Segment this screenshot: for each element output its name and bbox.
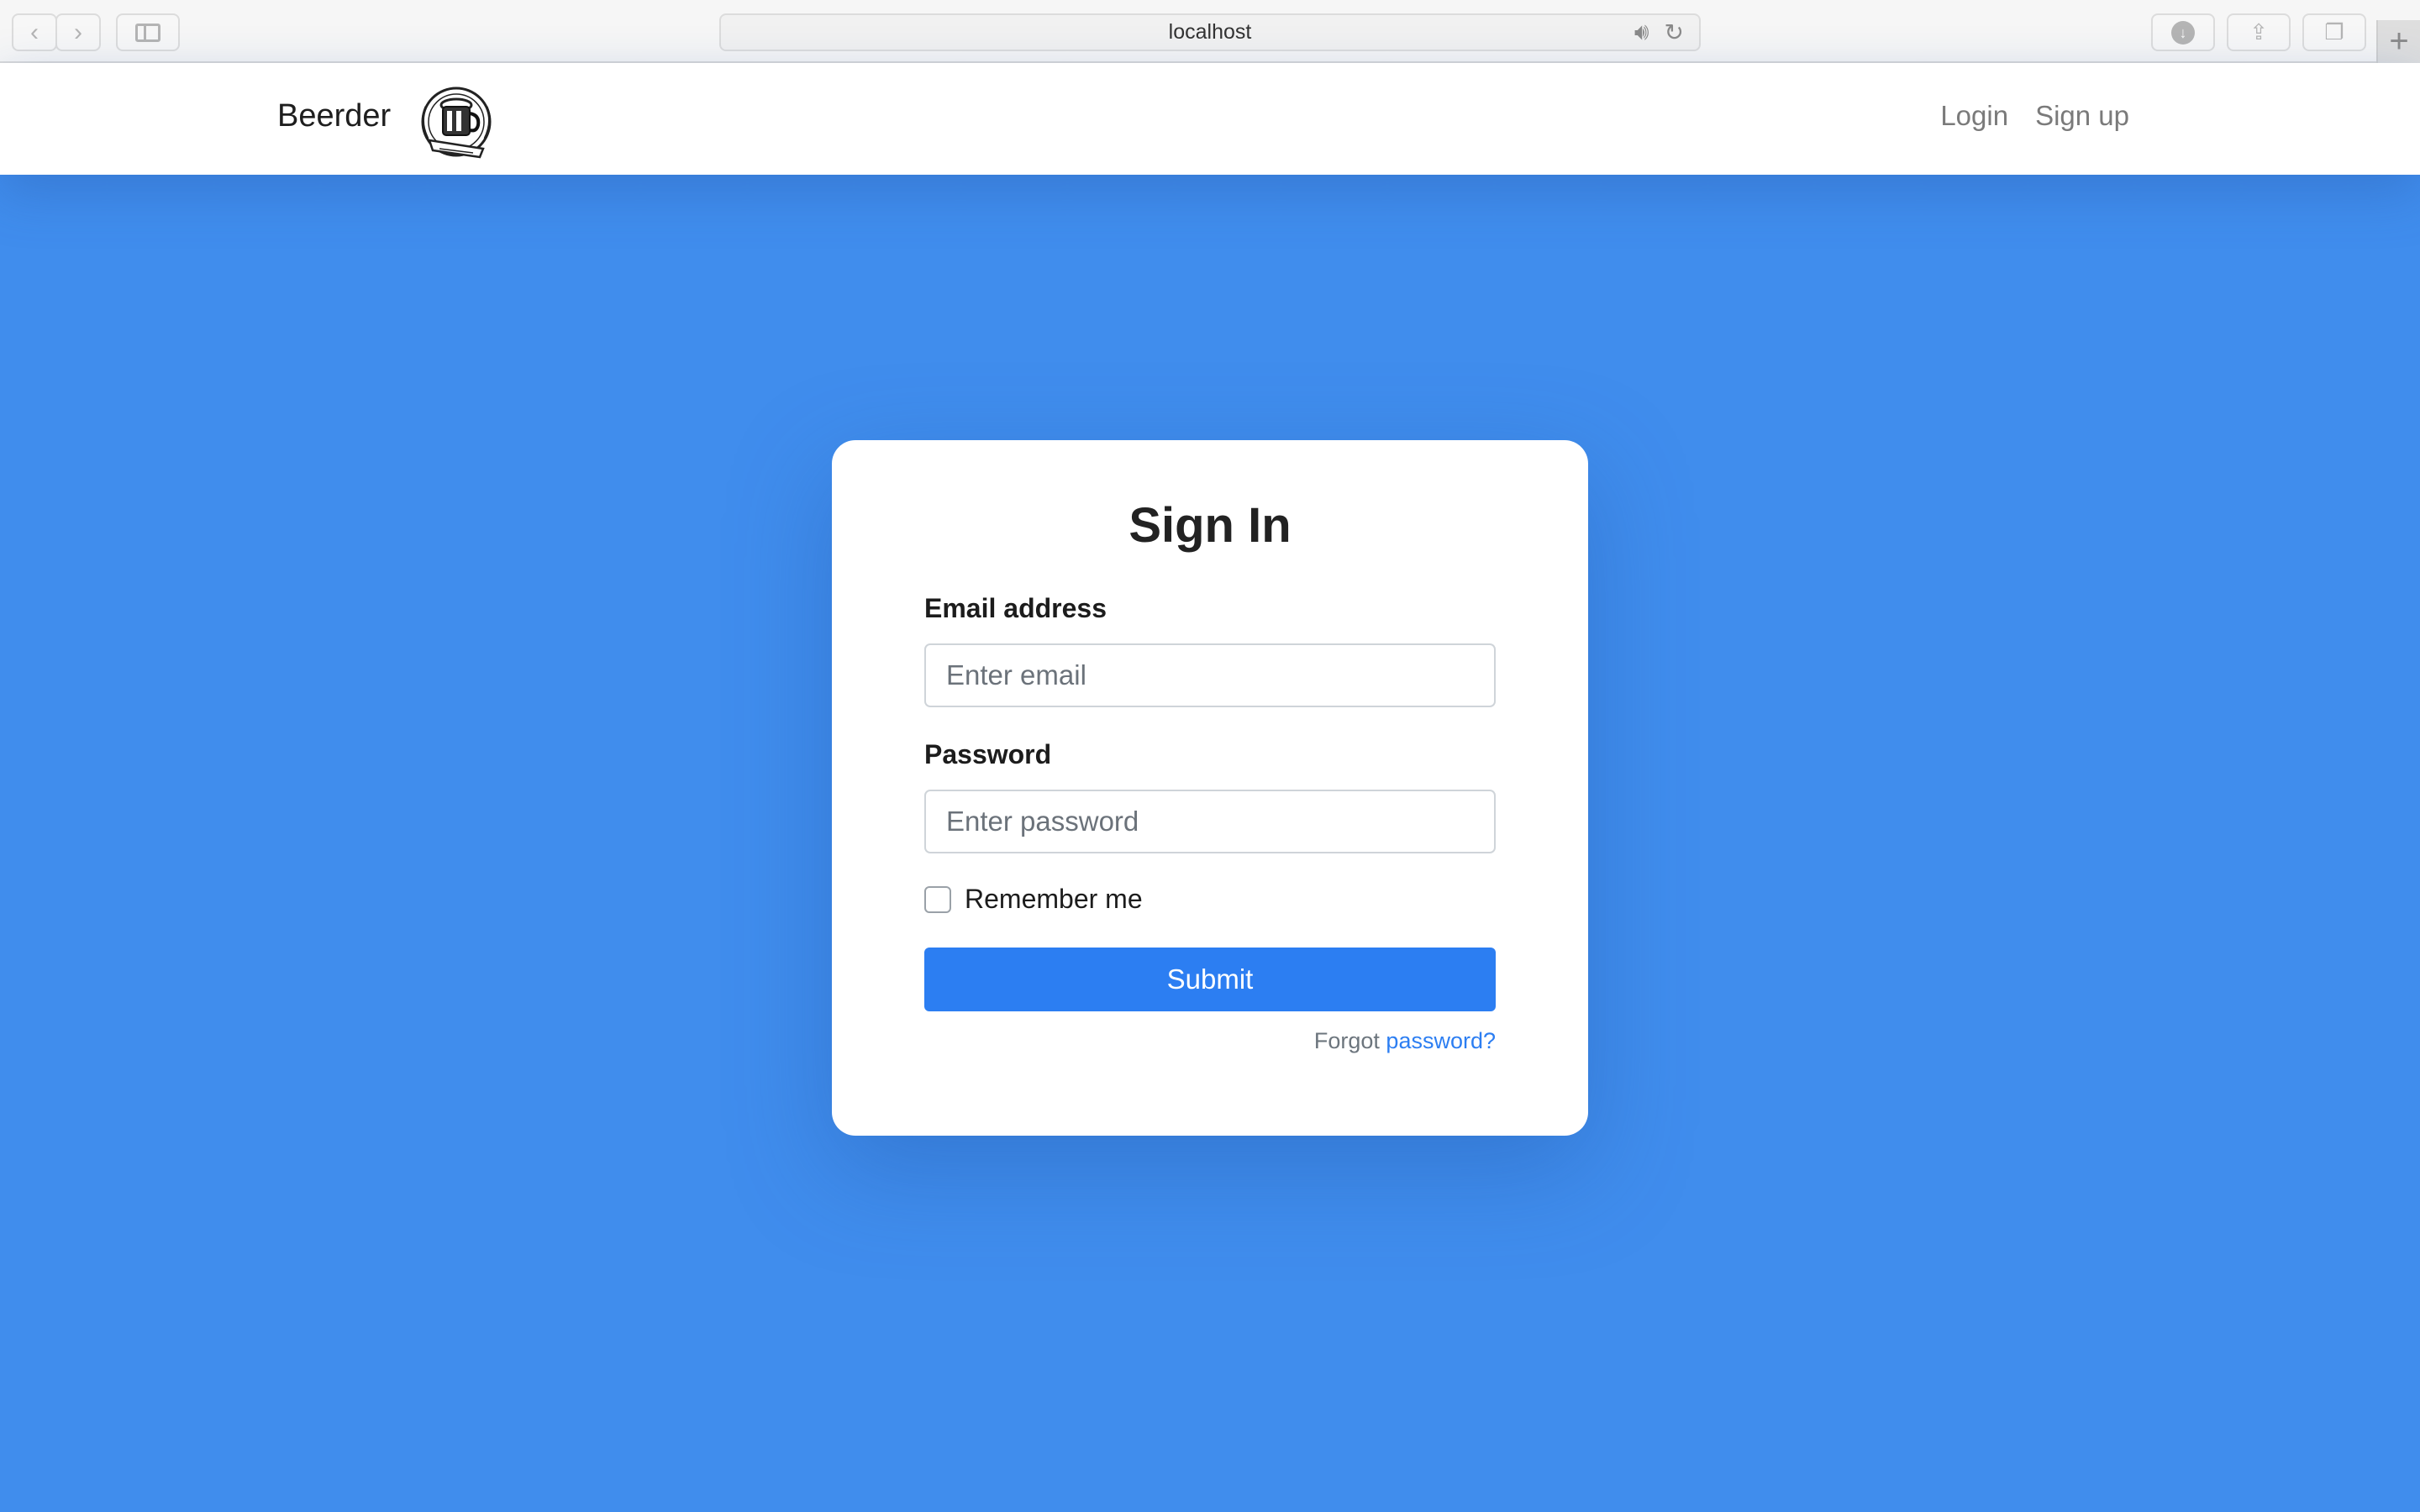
email-label: Email address	[924, 593, 1107, 623]
submit-button[interactable]: Submit	[924, 948, 1496, 1011]
speaker-icon[interactable]: 🔊︎	[1634, 18, 1649, 46]
back-button[interactable]: ‹	[12, 13, 57, 51]
sidebar-toggle-button[interactable]	[116, 13, 180, 51]
remember-me-row: Remember me	[924, 884, 1143, 915]
forward-button[interactable]: ›	[55, 13, 101, 51]
nav-link-signup[interactable]: Sign up	[2035, 100, 2129, 132]
forgot-password-row: Forgot password?	[1314, 1028, 1496, 1054]
forgot-password-link[interactable]: password?	[1386, 1028, 1496, 1053]
password-field[interactable]	[924, 790, 1496, 853]
reload-icon[interactable]: ↻	[1665, 18, 1684, 46]
navbar: Beerder Login Sign up	[0, 63, 2420, 175]
tab-overview-button[interactable]: ❐	[2302, 13, 2366, 51]
chevron-left-icon: ‹	[30, 18, 39, 46]
page-title: Sign In	[1128, 498, 1292, 553]
plus-icon: +	[2389, 23, 2409, 60]
sidebar-icon	[135, 23, 160, 42]
address-bar[interactable]: localhost 🔊︎ ↻	[719, 13, 1701, 51]
nav-link-login[interactable]: Login	[1940, 100, 2008, 132]
remember-me-checkbox[interactable]	[924, 885, 951, 913]
beer-mug-logo-icon[interactable]	[413, 81, 499, 165]
new-tab-button[interactable]: +	[2376, 20, 2420, 63]
tabs-icon: ❐	[2324, 19, 2344, 45]
brand-name[interactable]: Beerder	[277, 98, 391, 134]
email-field[interactable]	[924, 643, 1496, 707]
download-icon: ↓	[2171, 20, 2195, 45]
password-label: Password	[924, 739, 1052, 769]
chevron-right-icon: ›	[74, 18, 82, 46]
downloads-button[interactable]: ↓	[2151, 13, 2215, 51]
nav-links: Login Sign up	[1940, 100, 2129, 132]
remember-me-label[interactable]: Remember me	[965, 884, 1143, 915]
address-text: localhost	[1168, 20, 1252, 44]
share-icon: ⇪	[2249, 19, 2268, 45]
share-button[interactable]: ⇪	[2227, 13, 2291, 51]
signin-card: Sign In Email address Password Remember …	[832, 440, 1588, 1136]
browser-toolbar: ‹ › localhost 🔊︎ ↻ ↓ ⇪ ❐ +	[0, 0, 2420, 63]
forgot-prefix: Forgot	[1313, 1028, 1386, 1053]
